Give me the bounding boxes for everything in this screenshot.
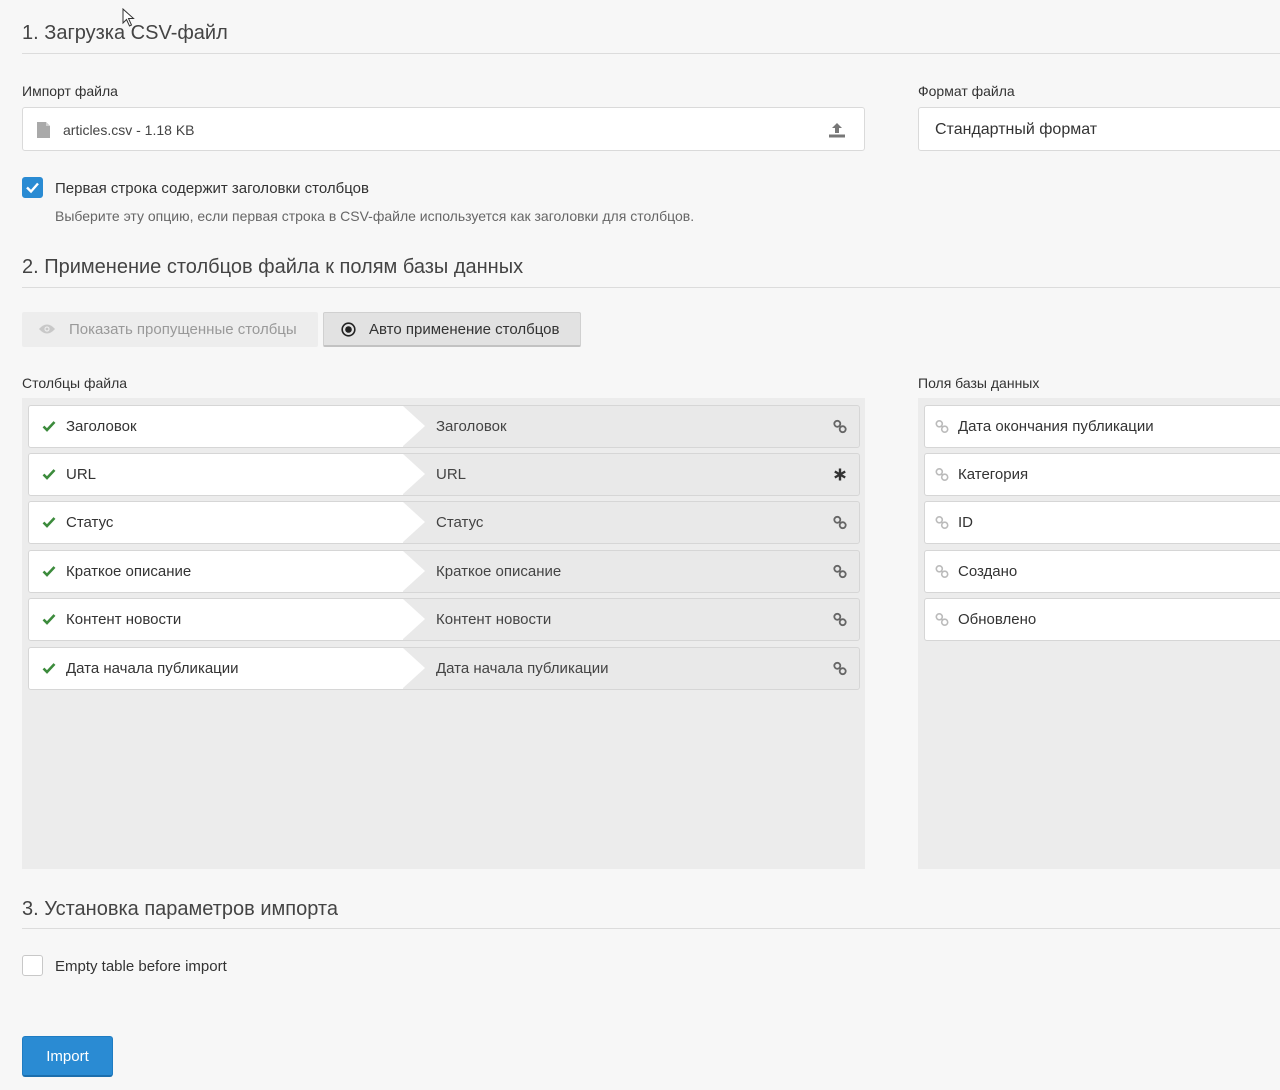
mapping-row[interactable]: Статус Статус bbox=[28, 501, 860, 544]
file-columns-label: Столбцы файла bbox=[22, 375, 128, 391]
db-field-name: Создано bbox=[958, 563, 1018, 580]
check-icon bbox=[42, 421, 56, 432]
check-icon bbox=[42, 517, 56, 528]
file-icon bbox=[37, 122, 50, 138]
link-icon bbox=[935, 516, 949, 529]
check-icon bbox=[42, 663, 56, 674]
file-name: articles.csv - 1.18 KB bbox=[63, 122, 195, 138]
section-1-divider bbox=[22, 53, 1280, 54]
link-icon[interactable] bbox=[833, 419, 847, 434]
import-button[interactable]: Import bbox=[22, 1036, 113, 1077]
auto-map-columns-button[interactable]: Авто применение столбцов bbox=[323, 312, 581, 347]
file-input[interactable]: articles.csv - 1.18 KB bbox=[22, 107, 865, 151]
link-icon[interactable] bbox=[833, 515, 847, 530]
db-field-name: Дата окончания публикации bbox=[958, 418, 1154, 435]
empty-table-checkbox[interactable] bbox=[22, 955, 43, 976]
db-fields-panel: Дата окончания публикации Категория ID С… bbox=[918, 398, 1280, 869]
auto-map-columns-label: Авто применение столбцов bbox=[369, 321, 560, 338]
import-file-label: Импорт файла bbox=[22, 83, 118, 99]
section-1-title: 1. Загрузка CSV-файл bbox=[22, 22, 228, 44]
mapping-row[interactable]: Контент новости Контент новости bbox=[28, 598, 860, 641]
section-2-title: 2. Применение столбцов файла к полям баз… bbox=[22, 256, 524, 278]
mapped-field-name: Контент новости bbox=[436, 611, 552, 628]
file-format-select[interactable]: Стандартный формат bbox=[918, 107, 1280, 151]
file-column-name: Контент новости bbox=[66, 611, 182, 628]
mapped-field-name: Краткое описание bbox=[436, 563, 562, 580]
db-field-item[interactable]: ID bbox=[924, 501, 1280, 544]
file-column-name: Заголовок bbox=[66, 418, 137, 435]
db-field-item[interactable]: Категория bbox=[924, 453, 1280, 496]
db-field-item[interactable]: Дата окончания публикации bbox=[924, 405, 1280, 448]
check-icon bbox=[42, 566, 56, 577]
show-skipped-columns-button[interactable]: Показать пропущенные столбцы bbox=[22, 312, 318, 347]
header-row-hint: Выберите эту опцию, если первая строка в… bbox=[55, 208, 695, 224]
db-fields-label: Поля базы данных bbox=[918, 375, 1040, 391]
file-column-name: Краткое описание bbox=[66, 563, 192, 580]
db-field-name: Обновлено bbox=[958, 611, 1037, 628]
link-icon bbox=[935, 420, 949, 433]
empty-table-checkbox-label[interactable]: Empty table before import bbox=[55, 958, 227, 975]
db-field-item[interactable]: Обновлено bbox=[924, 598, 1280, 641]
link-icon bbox=[935, 565, 949, 578]
mapping-row[interactable]: Краткое описание Краткое описание bbox=[28, 550, 860, 593]
file-format-value: Стандартный формат bbox=[935, 121, 1098, 138]
db-field-item[interactable]: Создано bbox=[924, 550, 1280, 593]
mapping-row[interactable]: URL URL bbox=[28, 453, 860, 496]
target-icon bbox=[341, 322, 356, 337]
file-column-name: Дата начала публикации bbox=[66, 660, 239, 677]
section-3-divider bbox=[22, 928, 1280, 929]
link-icon bbox=[935, 468, 949, 481]
mapped-field-name: Дата начала публикации bbox=[436, 660, 609, 677]
upload-icon[interactable] bbox=[828, 122, 846, 138]
db-field-name: Категория bbox=[958, 466, 1029, 483]
check-icon bbox=[42, 614, 56, 625]
mapped-field-name: URL bbox=[436, 466, 467, 483]
mapped-field-name: Статус bbox=[436, 514, 484, 531]
mapped-field-name: Заголовок bbox=[436, 418, 507, 435]
asterisk-icon bbox=[834, 468, 846, 481]
checkmark-icon bbox=[26, 182, 39, 194]
link-icon[interactable] bbox=[833, 564, 847, 579]
db-field-name: ID bbox=[958, 514, 973, 531]
show-skipped-columns-label: Показать пропущенные столбцы bbox=[69, 321, 297, 338]
eye-icon bbox=[39, 324, 55, 334]
section-3-title: 3. Установка параметров импорта bbox=[22, 898, 338, 920]
link-icon[interactable] bbox=[833, 612, 847, 627]
header-row-checkbox[interactable] bbox=[22, 177, 43, 198]
link-icon[interactable] bbox=[833, 661, 847, 676]
section-2-divider bbox=[22, 287, 1280, 288]
mapping-row[interactable]: Заголовок Заголовок bbox=[28, 405, 860, 448]
file-column-name: URL bbox=[66, 466, 97, 483]
file-column-name: Статус bbox=[66, 514, 114, 531]
file-format-label: Формат файла bbox=[918, 83, 1015, 99]
header-row-checkbox-label[interactable]: Первая строка содержит заголовки столбцо… bbox=[55, 180, 369, 197]
check-icon bbox=[42, 469, 56, 480]
file-columns-panel: Заголовок Заголовок URL URL Статус Стату… bbox=[22, 398, 865, 869]
link-icon bbox=[935, 613, 949, 626]
mapping-row[interactable]: Дата начала публикации Дата начала публи… bbox=[28, 647, 860, 690]
